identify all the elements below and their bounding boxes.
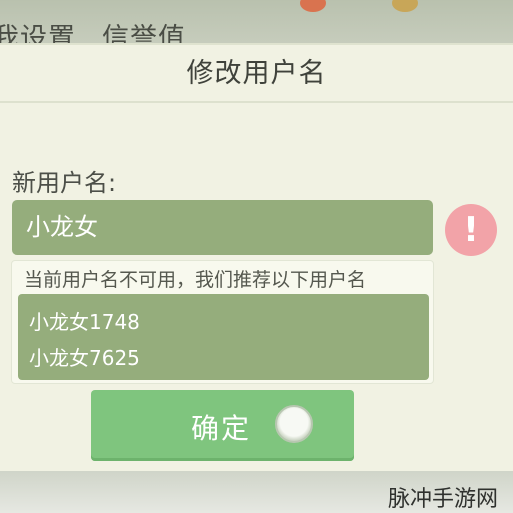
exclamation-icon: ! <box>445 204 497 256</box>
dialog-title: 修改用户名 <box>186 58 327 89</box>
touch-indicator-icon <box>275 405 313 443</box>
suggestion-item[interactable]: 小龙女1748 <box>29 306 140 335</box>
background-decoration <box>392 0 418 12</box>
rename-dialog: 修改用户名 新用户名: 小龙女 ! 当前用户名不可用，我们推荐以下用户名 小龙女… <box>0 43 513 471</box>
suggestion-panel: 当前用户名不可用，我们推荐以下用户名 小龙女1748 小龙女7625 <box>11 260 434 384</box>
username-input[interactable]: 小龙女 <box>12 200 433 255</box>
new-username-label: 新用户名: <box>12 169 117 197</box>
dialog-header: 修改用户名 <box>0 45 513 103</box>
background-app-header: 我设置 信誉值 <box>0 0 513 46</box>
suggestion-item[interactable]: 小龙女7625 <box>29 342 140 371</box>
background-title: 我设置 信誉值 <box>0 16 212 46</box>
confirm-button[interactable]: 确定 <box>91 390 354 461</box>
background-decoration <box>300 0 326 12</box>
watermark: 脉冲手游网 <box>388 487 499 512</box>
suggestion-hint: 当前用户名不可用，我们推荐以下用户名 <box>24 269 367 291</box>
confirm-button-label: 确定 <box>191 412 252 445</box>
suggestion-list: 小龙女1748 小龙女7625 <box>18 294 429 380</box>
